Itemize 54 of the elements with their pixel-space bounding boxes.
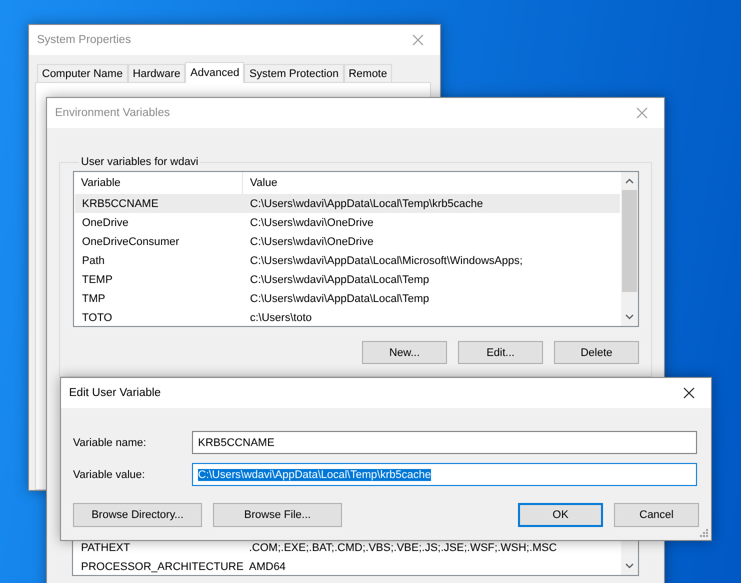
list-row[interactable]: OneDrive C:\Users\wdavi\OneDrive — [75, 213, 620, 232]
column-header[interactable]: Value — [243, 172, 278, 194]
variable-name: TMP — [81, 292, 106, 304]
variable-value: AMD64 — [248, 560, 286, 572]
list-row[interactable]: TOTO c:\Users\toto — [75, 308, 620, 326]
variable-name: OneDriveConsumer — [81, 236, 180, 248]
list-row[interactable]: Path C:\Users\wdavi\AppData\Local\Microsoft\WindowsApps; — [75, 251, 620, 270]
resize-grip-icon[interactable] — [699, 528, 709, 538]
list-row[interactable]: PATHEXT .COM;.EXE;.BAT;.CMD;.VBS;.VBE;.JS;.JSE;.WSF;.WSH;.MSC — [74, 538, 620, 557]
list-row[interactable]: OneDriveConsumer C:\Users\wdavi\OneDrive — [75, 232, 620, 251]
variable-name: KRB5CCNAME — [81, 198, 160, 210]
tab[interactable]: Advanced — [185, 62, 244, 83]
variable-value: C:\Users\wdavi\AppData\Local\Microsoft\WindowsApps; — [249, 254, 523, 266]
window-title: Environment Variables — [55, 107, 170, 119]
variable-name: PATHEXT — [80, 542, 132, 554]
browse-button[interactable]: Browse File... — [213, 503, 342, 527]
variable-name: Path — [81, 254, 106, 266]
variable-name: PROCESSOR_ARCHITECTURE — [80, 560, 242, 572]
list-button[interactable]: Delete — [554, 341, 639, 364]
variable-value: C:\Users\wdavi\AppData\Local\Temp — [249, 292, 430, 304]
variable-value: .COM;.EXE;.BAT;.CMD;.VBS;.VBE;.JS;.JSE;.WSF;.WSH;.MSC — [248, 542, 557, 554]
list-row[interactable]: PROCESSOR_ARCHITECTURE AMD64 — [74, 557, 620, 575]
input-field[interactable]: C:\Users\wdavi\AppData\Local\Temp\krb5cache — [192, 463, 697, 486]
window-title: System Properties — [37, 34, 131, 46]
list-row[interactable]: KRB5CCNAME C:\Users\wdavi\AppData\Local\Temp\krb5cache — [75, 194, 620, 213]
input-field[interactable]: KRB5CCNAME — [192, 431, 697, 454]
tab[interactable]: Hardware — [128, 64, 186, 82]
dialog-button[interactable]: Cancel — [614, 503, 699, 527]
variable-value: C:\Users\wdavi\AppData\Local\Temp — [249, 274, 430, 286]
variable-name: OneDrive — [81, 216, 130, 228]
tab[interactable]: Computer Name — [37, 64, 128, 82]
variable-value: C:\Users\wdavi\AppData\Local\Temp\krb5cache — [249, 198, 483, 210]
field-label: Variable name: — [73, 436, 148, 448]
variable-value: c:\Users\toto — [249, 312, 312, 324]
list-button[interactable]: Edit... — [458, 341, 543, 364]
dialog-button[interactable]: OK — [518, 503, 603, 527]
close-icon — [412, 34, 424, 46]
field-label: Variable value: — [73, 468, 146, 480]
tab[interactable]: System Protection — [244, 64, 344, 82]
window-title: Edit User Variable — [69, 387, 161, 399]
variable-name: TOTO — [81, 312, 114, 324]
group-label: User variables for wdavi — [80, 156, 200, 168]
variable-value: C:\Users\wdavi\OneDrive — [249, 236, 374, 248]
tab[interactable]: Remote — [344, 64, 392, 82]
close-icon — [636, 107, 648, 119]
list-row[interactable]: TMP C:\Users\wdavi\AppData\Local\Temp — [75, 289, 620, 308]
scrollbar[interactable] — [621, 172, 638, 326]
variable-value: C:\Users\wdavi\OneDrive — [249, 216, 374, 228]
list-row[interactable]: TEMP C:\Users\wdavi\AppData\Local\Temp — [75, 270, 620, 289]
close-icon — [683, 387, 695, 399]
variable-name: TEMP — [81, 274, 114, 286]
scroll-thumb[interactable] — [622, 190, 637, 292]
browse-button[interactable]: Browse Directory... — [73, 503, 202, 527]
list-button[interactable]: New... — [362, 341, 447, 364]
